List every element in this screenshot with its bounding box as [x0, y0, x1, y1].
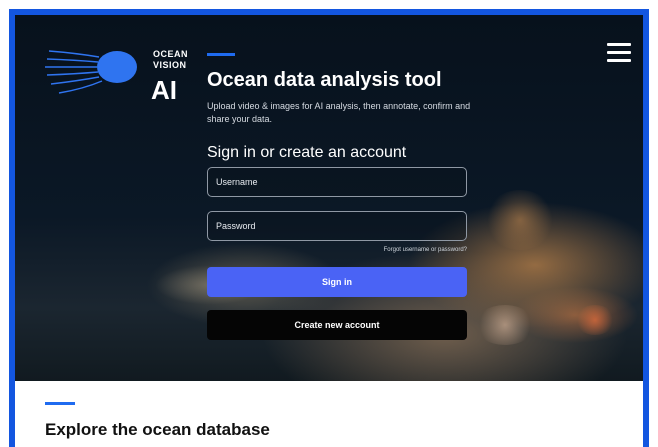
coral-decoration [575, 305, 615, 335]
browser-viewport: OCEAN VISION AI Ocean data analysis tool… [9, 9, 649, 447]
hamburger-menu-icon[interactable] [607, 43, 631, 63]
logo-word-ai: AI [151, 75, 177, 105]
coral-decoration [475, 305, 535, 345]
logo-word-ocean: OCEAN [153, 49, 189, 59]
page-subtitle: Upload video & images for AI analysis, t… [207, 101, 471, 124]
password-input[interactable] [207, 211, 467, 241]
forgot-credentials-link[interactable]: Forgot username or password? [315, 247, 467, 253]
create-account-button[interactable]: Create new account [207, 310, 467, 340]
username-input[interactable] [207, 167, 467, 197]
sign-in-button[interactable]: Sign in [207, 267, 467, 297]
ocean-vision-ai-logo[interactable]: OCEAN VISION AI [45, 43, 189, 105]
hero-accent-bar [207, 53, 235, 56]
signin-heading: Sign in or create an account [207, 144, 407, 161]
logo-word-vision: VISION [153, 60, 187, 70]
page-title: Ocean data analysis tool [207, 69, 442, 91]
jellyfish-icon [45, 50, 137, 94]
coral-decoration [485, 190, 555, 250]
explore-accent-bar [45, 402, 75, 405]
explore-section-title: Explore the ocean database [45, 420, 270, 439]
